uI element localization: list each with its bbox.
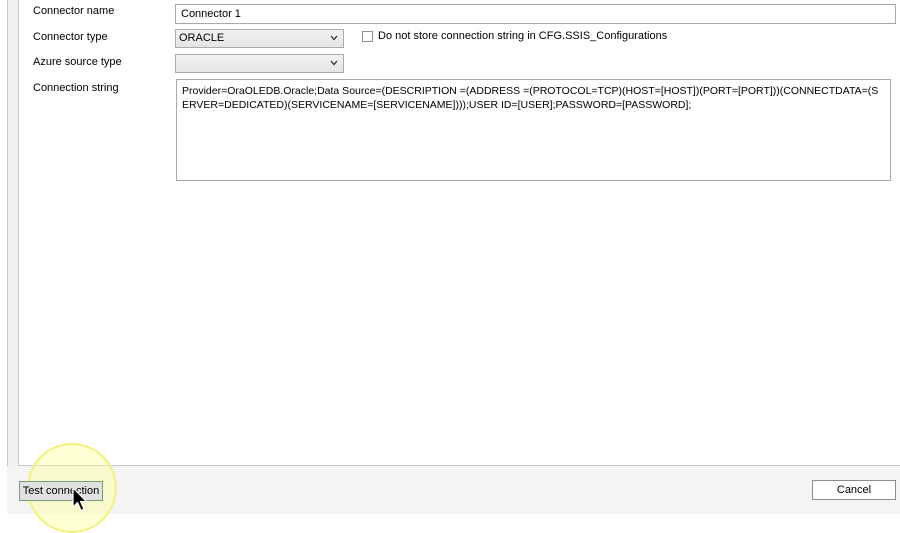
chevron-down-icon xyxy=(330,35,338,41)
connection-string-label: Connection string xyxy=(33,82,119,94)
store-config-label: Do not store connection string in CFG.SS… xyxy=(378,30,668,42)
chevron-down-icon xyxy=(330,60,338,66)
azure-source-type-label: Azure source type xyxy=(33,56,122,68)
store-config-option[interactable]: Do not store connection string in CFG.SS… xyxy=(362,29,667,43)
test-connection-button[interactable]: Test connection xyxy=(19,481,103,501)
connector-name-input[interactable] xyxy=(175,4,896,24)
connection-string-textarea[interactable]: Provider=OraOLEDB.Oracle;Data Source=(DE… xyxy=(176,79,891,181)
azure-source-type-select[interactable] xyxy=(175,54,344,73)
connector-type-value: ORACLE xyxy=(179,32,225,44)
button-bar xyxy=(7,466,900,514)
connector-type-label: Connector type xyxy=(33,31,108,43)
connector-type-select[interactable]: ORACLE xyxy=(175,29,344,48)
cancel-button[interactable]: Cancel xyxy=(812,480,896,500)
store-config-checkbox[interactable] xyxy=(362,30,373,42)
connector-dialog: Connector name Connector type ORACLE Do … xyxy=(0,0,900,533)
connector-name-label: Connector name xyxy=(33,5,115,17)
left-panel-border xyxy=(7,0,19,466)
